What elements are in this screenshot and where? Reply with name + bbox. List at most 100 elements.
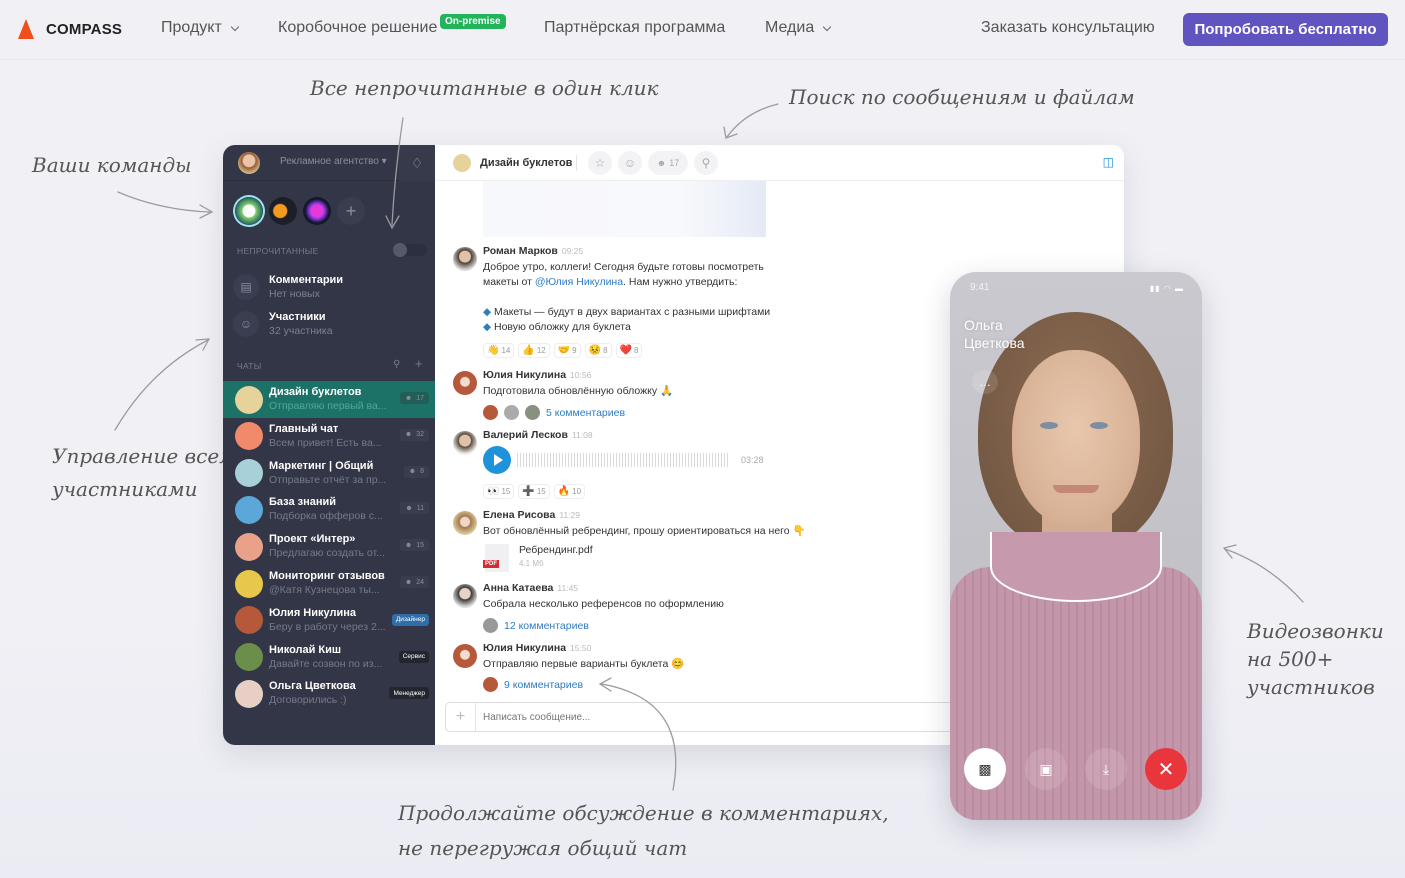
chat-title: Дизайн буклетов bbox=[269, 386, 362, 398]
chat-list-item[interactable]: База знаний Подборка офферов с... ☻ 11 bbox=[223, 491, 435, 528]
author-avatar[interactable] bbox=[453, 644, 477, 668]
caller-video-face bbox=[1012, 350, 1140, 525]
brand-logo[interactable]: COMPASS bbox=[18, 19, 122, 39]
chat-list-item[interactable]: Николай Киш Давайте созвон по из... Сервис bbox=[223, 639, 435, 676]
image-attachment[interactable] bbox=[483, 181, 766, 237]
chat-preview: Договорились :) bbox=[269, 694, 347, 707]
comment-icon: ▤ bbox=[233, 274, 259, 300]
star-icon[interactable]: ☆ bbox=[588, 151, 612, 175]
user-icon: ☻ bbox=[405, 504, 413, 512]
author-name[interactable]: Роман Марков bbox=[483, 245, 558, 257]
author-name[interactable]: Анна Катаева bbox=[483, 582, 553, 594]
comments-link[interactable]: 9 комментариев bbox=[483, 677, 583, 692]
reaction-chip[interactable]: 😣 8 bbox=[584, 343, 612, 358]
search-icon[interactable]: ⚲ bbox=[694, 151, 718, 175]
nav-product-label: Продукт bbox=[161, 19, 222, 36]
bullet-text: Макеты — будут в двух вариантах с разным… bbox=[494, 306, 771, 318]
file-attachment[interactable]: PDF Ребрендинг.pdf 4.1 Мб bbox=[483, 544, 593, 572]
bell-icon[interactable]: ♢ bbox=[399, 145, 435, 181]
try-free-button[interactable]: Попробовать бесплатно bbox=[1183, 13, 1388, 46]
voice-duration: 03:28 bbox=[741, 455, 764, 465]
author-avatar[interactable] bbox=[453, 511, 477, 535]
team-avatar[interactable] bbox=[269, 197, 297, 225]
annotation-video-3: участников bbox=[1247, 675, 1375, 699]
author-avatar[interactable] bbox=[453, 247, 477, 271]
comments-count: 5 комментариев bbox=[546, 406, 626, 419]
commenter-avatar bbox=[483, 618, 498, 633]
audio-waveform[interactable] bbox=[517, 453, 729, 467]
reaction-chip[interactable]: 👍 12 bbox=[518, 343, 550, 358]
mute-button[interactable]: ⤓ bbox=[1085, 748, 1127, 790]
chat-title: Мониторинг отзывов bbox=[269, 570, 385, 582]
sidebar-item-members[interactable]: ☺ Участники 32 участника bbox=[233, 307, 428, 341]
role-badge: Сервис bbox=[398, 650, 429, 663]
message-time: 09:25 bbox=[561, 246, 584, 256]
flip-camera-button[interactable]: ▣ bbox=[1025, 748, 1067, 790]
chat-list-item[interactable]: Ольга Цветкова Договорились :) Менеджер bbox=[223, 675, 435, 712]
mention-link[interactable]: @Юлия Никулина bbox=[535, 276, 623, 288]
nav-boxed-solution[interactable]: Коробочное решение bbox=[278, 19, 437, 37]
arrow-head bbox=[195, 338, 211, 351]
author-name[interactable]: Валерий Лесков bbox=[483, 429, 568, 441]
add-chat-button[interactable]: + bbox=[415, 356, 423, 371]
org-switcher[interactable]: Рекламное агентство ▾ bbox=[280, 156, 387, 167]
author-avatar[interactable] bbox=[453, 431, 477, 455]
role-badge: Менеджер bbox=[389, 687, 429, 700]
video-camera-icon: ▩ bbox=[978, 760, 992, 777]
comments-link[interactable]: 12 комментариев bbox=[483, 618, 589, 633]
chat-list-item[interactable]: Проект «Интер» Предлагаю создать от... ☻ 15 bbox=[223, 528, 435, 565]
team-avatar[interactable] bbox=[235, 197, 263, 225]
consultation-link[interactable]: Заказать консультацию bbox=[981, 19, 1155, 37]
reaction-chip[interactable]: 👀 15 bbox=[483, 484, 515, 499]
end-call-button[interactable]: ✕ bbox=[1145, 748, 1187, 790]
reaction-chip[interactable]: 🔥 10 bbox=[553, 484, 586, 499]
play-button[interactable] bbox=[483, 446, 511, 474]
chevron-down-icon bbox=[822, 22, 832, 31]
arrow-head bbox=[723, 126, 738, 139]
attach-button[interactable]: + bbox=[446, 703, 476, 731]
nav-media[interactable]: Медиа bbox=[765, 19, 832, 37]
nav-product[interactable]: Продукт bbox=[161, 19, 240, 37]
signal-wifi-battery-icons: ▮▮ ◠ ▬ bbox=[1149, 284, 1184, 293]
user-icon: ☻ bbox=[656, 158, 667, 168]
nav-partner-program[interactable]: Партнёрская программа bbox=[544, 19, 725, 37]
camera-toggle-button[interactable]: ▩ bbox=[964, 748, 1006, 790]
author-name[interactable]: Юлия Никулина bbox=[483, 369, 566, 381]
reaction-chip[interactable]: 👋 14 bbox=[483, 343, 515, 358]
reaction-chip[interactable]: 🤝 9 bbox=[553, 343, 581, 358]
chat-header: Дизайн буклетов ☆ ☺ ☻ 17 ⚲ ◫ bbox=[435, 145, 1124, 181]
chat-list-item[interactable]: Дизайн буклетов Отправляю первый ва... ☻ 17 bbox=[223, 381, 435, 418]
chat-avatar bbox=[235, 385, 263, 414]
chat-list-item[interactable]: Мониторинг отзывов @Катя Кузнецова ты... ☻… bbox=[223, 565, 435, 602]
team-avatar[interactable] bbox=[303, 197, 331, 225]
add-team-button[interactable]: + bbox=[337, 197, 365, 225]
author-name[interactable]: Юлия Никулина bbox=[483, 642, 566, 654]
consultation-label: Заказать консультацию bbox=[981, 19, 1155, 36]
annotation-unread: Все непрочитанные в один клик bbox=[310, 76, 659, 100]
chat-bubble-icon[interactable]: … bbox=[972, 370, 998, 394]
author-avatar[interactable] bbox=[453, 584, 477, 608]
members-badge: ☻ 8 bbox=[403, 465, 429, 478]
chat-list-item[interactable]: Маркетинг | Общий Отправьте отчёт за пр..… bbox=[223, 455, 435, 492]
comments-link[interactable]: 5 комментариев bbox=[483, 405, 625, 420]
video-call-icon[interactable]: ◫ bbox=[1103, 155, 1114, 169]
members-count: 11 bbox=[416, 504, 424, 512]
reaction-chip[interactable]: ❤️ 8 bbox=[615, 343, 643, 358]
search-chats-icon[interactable]: ⚲ bbox=[393, 359, 400, 370]
author-avatar[interactable] bbox=[453, 371, 477, 395]
reaction-chip[interactable]: ➕ 15 bbox=[518, 484, 550, 499]
chat-list-item[interactable]: Главный чат Всем привет! Есть ва... ☻ 32 bbox=[223, 418, 435, 455]
members-count: 17 bbox=[669, 158, 680, 168]
item-subtitle: 32 участника bbox=[269, 324, 333, 337]
unread-toggle[interactable] bbox=[393, 243, 427, 257]
chat-title: Проект «Интер» bbox=[269, 533, 356, 546]
user-avatar[interactable] bbox=[238, 152, 260, 174]
members-badge: ☻ 15 bbox=[399, 539, 429, 552]
members-button[interactable]: ☻ 17 bbox=[648, 151, 688, 175]
chat-preview: @Катя Кузнецова ты... bbox=[269, 584, 380, 596]
chat-bubble-icon[interactable]: ☺ bbox=[618, 151, 642, 175]
sidebar-item-comments[interactable]: ▤ Комментарии Нет новых bbox=[233, 270, 428, 304]
message-time: 11:29 bbox=[559, 510, 580, 520]
chat-list-item[interactable]: Юлия Никулина Беру в работу через 2... Диз… bbox=[223, 602, 435, 639]
author-name[interactable]: Елена Рисова bbox=[483, 509, 555, 521]
